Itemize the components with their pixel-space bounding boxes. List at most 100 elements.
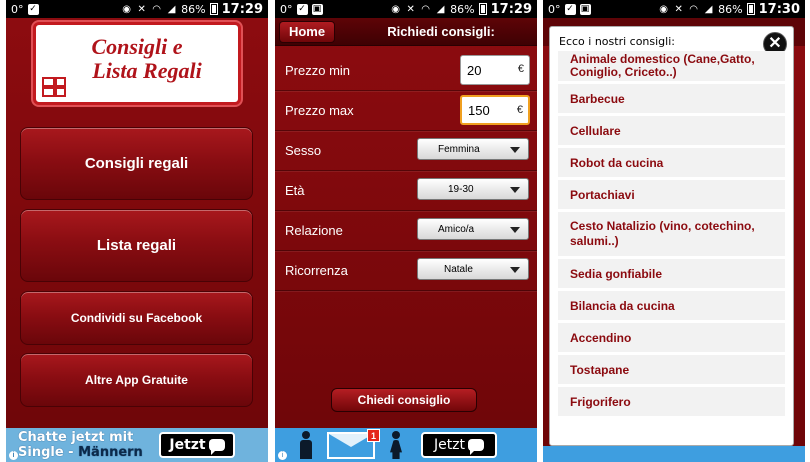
prezzo-min-input[interactable]: 20 € [460,55,530,85]
consigli-regali-button[interactable]: Consigli regali [20,127,253,200]
euro-symbol: € [517,63,524,75]
mute-icon: ✕ [406,3,415,15]
ad-banner[interactable]: Chatte jetzt mit Single - Männern Jetzt … [6,428,268,462]
prezzo-max-value: 150 [468,102,490,118]
prezzo-max-label: Prezzo max [285,103,354,118]
battery-percent: 86% [718,2,743,16]
woman-icon [389,431,403,459]
list-item[interactable]: Accendino [558,323,785,352]
check-icon: ✓ [296,3,308,15]
ad-line1: Chatte jetzt mit [18,430,134,445]
battery-icon [478,3,487,15]
clock: 17:30 [758,1,800,17]
relazione-label: Relazione [285,223,343,238]
row-sesso: Sesso Femmina [275,131,537,171]
more-apps-button[interactable]: Altre App Gratuite [20,353,253,407]
logo-line2: Lista Regali [92,58,202,83]
row-eta: Età 19-30 [275,171,537,211]
battery-icon [746,3,755,15]
clock: 17:29 [490,1,532,17]
row-prezzo-min: Prezzo min 20 € [275,51,537,91]
list-item[interactable]: Portachiavi [558,180,785,209]
prezzo-min-label: Prezzo min [285,63,351,78]
logo-line1: Consigli e [91,34,183,59]
wifi-icon: ◠ [421,3,431,15]
status-bar: 0° ✓ ◉ ✕ ◠ ◢ 86% 17:29 [6,0,268,18]
title-bar: Home Richiedi consigli: [275,18,537,46]
list-item[interactable]: Robot da cucina [558,148,785,177]
ad-info-icon[interactable]: i [9,451,18,460]
image-icon: ▣ [311,3,323,15]
sesso-select[interactable]: Femmina [417,138,529,160]
list-item[interactable]: Bilancia da cucina [558,291,785,320]
row-prezzo-max: Prezzo max 150 € [275,91,537,131]
wifi-icon: ◠ [689,3,699,15]
ad-line2b: Männern [78,445,143,460]
temperature-text: 0° [548,2,561,16]
ad-line2a: Single - [18,445,74,460]
dropdown-arrow-icon [510,187,520,193]
row-relazione: Relazione Amico/a [275,211,537,251]
home-button[interactable]: Home [279,20,335,43]
check-icon: ✓ [27,3,39,15]
signal-icon: ◢ [167,3,176,15]
ad-cta-button[interactable]: Jetzt [421,432,497,458]
battery-icon [209,3,218,15]
ad-cta-label: Jetzt [169,437,206,453]
ad-cta-button[interactable]: Jetzt [159,432,235,458]
euro-symbol: € [516,104,523,116]
sesso-value: Femmina [438,143,480,155]
lista-regali-button[interactable]: Lista regali [20,209,253,282]
list-item[interactable]: Cesto Natalizio (vino, cotechino, salumi… [558,212,785,256]
advice-list: Animale domestico (Cane,Gatto, Coniglio,… [558,51,785,445]
relazione-select[interactable]: Amico/a [417,218,529,240]
list-item[interactable]: Tostapane [558,355,785,384]
eta-value: 19-30 [448,183,474,195]
status-bar: 0° ✓ ▣ ◉ ✕ ◠ ◢ 86% 17:29 [275,0,537,18]
eta-select[interactable]: 19-30 [417,178,529,200]
prezzo-max-input[interactable]: 150 € [460,95,530,125]
prezzo-min-value: 20 [467,62,482,78]
notification-badge: 1 [367,429,380,442]
share-facebook-button[interactable]: Condividi su Facebook [20,291,253,345]
app-logo: Consigli e Lista Regali [33,22,241,105]
list-item[interactable]: Cellulare [558,116,785,145]
ask-advice-button[interactable]: Chiedi consiglio [331,388,477,412]
ad-banner[interactable]: 1 Jetzt i [275,428,537,462]
clock: 17:29 [221,1,263,17]
list-item[interactable]: Barbecue [558,84,785,113]
page-title: Richiedi consigli: [387,24,495,39]
image-icon: ▣ [579,3,591,15]
advice-dialog: Ecco i nostri consigli: ✕ Animale domest… [549,26,794,446]
chat-bubble-icon [468,439,485,455]
screen-advice-list: 0° ✓ ▣ ◉ ✕ ◠ ◢ 86% 17:30 Ecco i nostri c… [543,0,805,462]
list-item[interactable]: Animale domestico (Cane,Gatto, Coniglio,… [558,51,785,81]
gift-icon [42,77,66,97]
man-icon [299,431,313,459]
signal-icon: ◢ [704,3,713,15]
list-item[interactable]: Sedia gonfiabile [558,259,785,288]
temperature-text: 0° [280,2,293,16]
eye-icon: ◉ [391,3,401,15]
screen-request-advice: 0° ✓ ▣ ◉ ✕ ◠ ◢ 86% 17:29 Home Richiedi c… [275,0,537,462]
eye-icon: ◉ [659,3,669,15]
battery-percent: 86% [450,2,475,16]
sesso-label: Sesso [285,143,322,158]
mute-icon: ✕ [674,3,683,15]
eye-icon: ◉ [122,3,132,15]
eta-label: Età [285,183,305,198]
dropdown-arrow-icon [510,227,520,233]
ad-cta-label: Jetzt [433,437,466,453]
ad-info-icon[interactable]: i [278,451,287,460]
close-icon: ✕ [768,35,782,52]
list-item[interactable]: Frigorifero [558,387,785,416]
wifi-icon: ◠ [152,3,162,15]
ricorrenza-value: Natale [444,263,473,275]
battery-percent: 86% [181,2,206,16]
ricorrenza-label: Ricorrenza [285,263,348,278]
ad-banner[interactable] [543,446,805,462]
row-ricorrenza: Ricorrenza Natale [275,251,537,291]
dropdown-arrow-icon [510,267,520,273]
ricorrenza-select[interactable]: Natale [417,258,529,280]
mute-icon: ✕ [137,3,146,15]
